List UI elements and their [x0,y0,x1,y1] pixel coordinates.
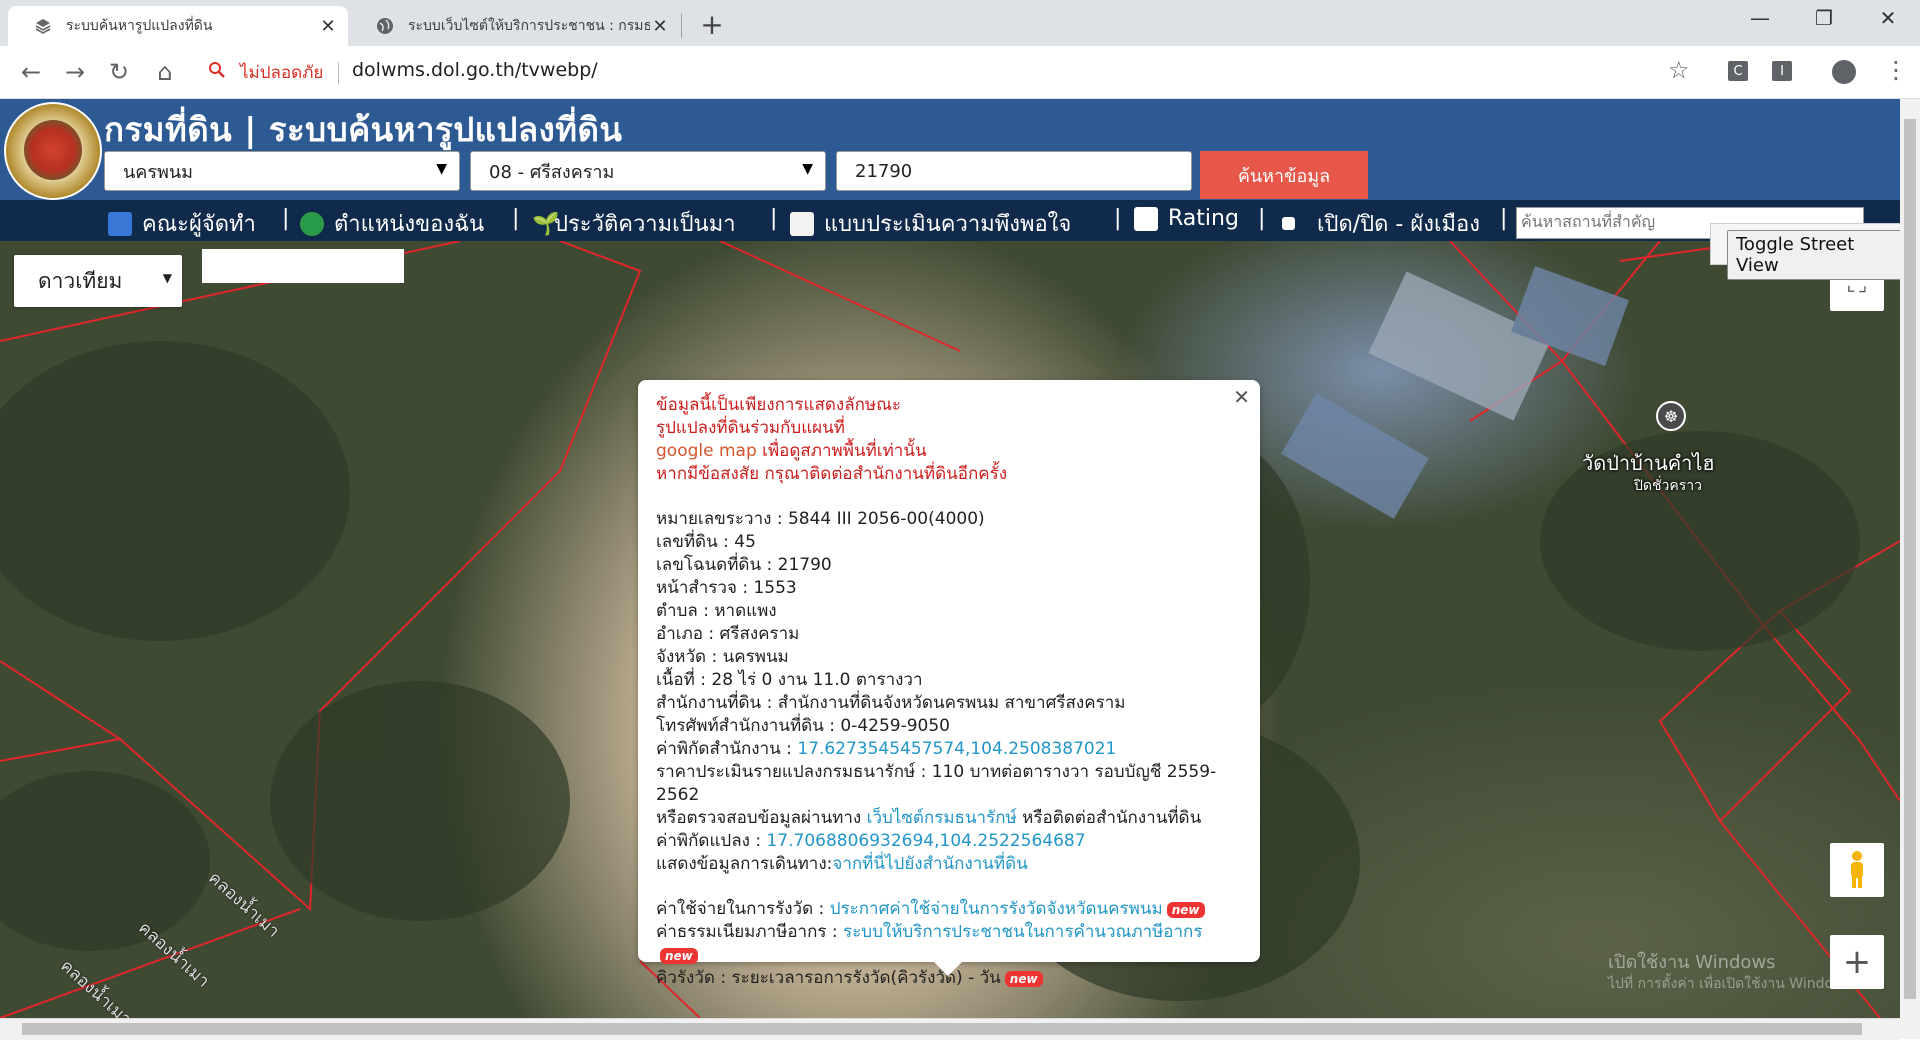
forward-icon[interactable]: → [58,58,92,86]
treasury-website-link[interactable]: เว็บไซต์กรมธนารักษ์ [867,808,1017,828]
extension-i-icon[interactable]: I [1772,61,1792,81]
disclaimer-line: ข้อมูลนี้เป็นเพียงการแสดงลักษณะ [656,395,902,415]
search-icon [208,61,226,84]
pegman-icon[interactable] [1830,843,1884,897]
toggle-street-view-button[interactable]: Toggle Street View [1727,230,1900,280]
info-row: เลขที่ดิน : 45 [656,532,756,552]
parcel-coord-row: ค่าพิกัดแปลง : 17.7068806932694,104.2522… [656,831,1086,851]
street-view-panel: Toggle Street View [1710,223,1900,280]
close-tab-icon[interactable]: ✕ [650,16,670,37]
window-close-icon[interactable]: ✕ [1866,6,1910,30]
tax-calc-link[interactable]: ระบบให้บริการประชาชนในการคำนวณภาษีอากร [843,922,1202,942]
search-button[interactable]: ค้นหาข้อมูล [1200,151,1368,199]
route-row: แสดงข้อมูลการเดินทาง:จากที่นี่ไปยังสำนัก… [656,854,1028,874]
menu-toggle-city-plan[interactable]: เปิด/ปิด - ผังเมือง [1282,206,1480,241]
globe-icon [300,211,324,236]
district-value: 08 - ศรีสงคราม [489,161,615,183]
home-icon[interactable]: ⌂ [148,58,182,86]
new-tab-icon[interactable]: + [697,8,727,41]
temple-pin-icon[interactable]: ☸ [1656,401,1686,431]
office-coord-link[interactable]: 17.6273545457574,104.2508387021 [797,739,1116,759]
info-row: อำเภอ : ศรีสงคราม [656,624,800,644]
dropdown-arrow-icon: ▼ [802,161,813,177]
info-row: เนื้อที่ : 28 ไร่ 0 งาน 11.0 ตารางวา [656,670,923,690]
close-icon[interactable]: ✕ [1233,386,1250,409]
browser-tabstrip: ระบบค้นหารูปแปลงที่ดิน ✕ ระบบเว็บไซต์ให้… [0,0,1920,46]
new-badge: new [1166,902,1205,918]
parcel-coord-link[interactable]: 17.7068806932694,104.2522564687 [766,831,1085,851]
close-tab-icon[interactable]: ✕ [318,16,338,37]
menu-history[interactable]: 🌱 ประวัติความเป็นมา [532,206,736,241]
security-indicator[interactable]: ไม่ปลอดภัย [208,59,323,86]
info-row: หมายเลขระวาง : 5844 III 2056-00(4000) [656,509,985,529]
tab-separator [681,14,682,38]
vertical-scrollbar[interactable] [1900,99,1920,1039]
windows-watermark: เปิดใช้งาน Windows [1608,952,1776,973]
new-badge: new [660,948,698,964]
menu-satisfaction-survey[interactable]: แบบประเมินความพึงพอใจ [790,206,1071,241]
page-title: กรมที่ดิน | ระบบค้นหารูปแปลงที่ดิน [104,110,623,149]
disclaimer-line: หากมีข้อสงสัย กรุณาติดต่อสำนักงานที่ดินอ… [656,464,1008,484]
menu-my-location[interactable]: ตำแหน่งของฉัน [300,206,484,241]
district-select[interactable]: 08 - ศรีสงคราม ▼ [470,151,826,191]
extension-c-icon[interactable]: C [1728,61,1748,81]
minimize-icon[interactable]: — [1738,6,1782,30]
restore-icon[interactable]: ❐ [1802,6,1846,30]
globe-icon [376,17,394,35]
info-window-tail [934,962,962,976]
survey-fee-link[interactable]: ประกาศค่าใช้จ่ายในการรังวัดจังหวัดนครพนม [830,899,1163,919]
disclaimer-line: รูปแปลงที่ดินร่วมกับแผนที่ [656,418,845,438]
gift-icon [108,211,132,236]
browser-toolbar: ← → ↻ ⌂ ไม่ปลอดภัย dolwms.dol.go.th/tvwe… [0,46,1920,99]
address-bar[interactable]: dolwms.dol.go.th/tvwebp/ [352,59,598,81]
tax-row: ค่าธรรมเนียมภาษีอากร : ระบบให้บริการประช… [656,922,1203,964]
tab-title: ระบบค้นหารูปแปลงที่ดิน [66,18,213,34]
new-badge: new [1004,971,1043,987]
department-seal-logo [4,102,102,200]
tab-title: ระบบเว็บไซต์ให้บริการประชาชน : กรมธนารัก… [408,18,650,34]
province-value: นครพนม [123,161,194,183]
route-link[interactable]: จากที่นี่ไปยังสำนักงานที่ดิน [832,854,1027,874]
site-header: กรมที่ดิน | ระบบค้นหารูปแปลงที่ดิน นครพน… [0,99,1900,200]
tab-land-search[interactable]: ระบบค้นหารูปแปลงที่ดิน ✕ [8,6,348,46]
check-row: หรือตรวจสอบข้อมูลผ่านทาง เว็บไซต์กรมธนาร… [656,808,1202,828]
info-row: หน้าสำรวจ : 1553 [656,578,797,598]
info-row: โทรศัพท์สำนักงานที่ดิน : 0-4259-9050 [656,716,951,736]
windows-watermark-hint: ไปที่ การตั้งค่า เพื่อเปิดใช้งาน Windows [1608,976,1852,992]
poi-status: ปิดชั่วคราว [1634,478,1702,494]
office-coord-row: ค่าพิกัดสำนักงาน : 17.6273545457574,104.… [656,739,1117,759]
map-toolbar-blank [202,249,404,283]
profile-avatar-icon[interactable] [1832,60,1856,84]
info-row: สำนักงานที่ดิน : สำนักงานที่ดินจังหวัดนค… [656,693,1126,713]
horizontal-scrollbar[interactable] [0,1018,1900,1040]
bookmark-star-icon[interactable]: ☆ [1668,56,1690,84]
dropdown-arrow-icon: ▼ [436,161,447,177]
memo-icon [790,211,814,236]
back-icon[interactable]: ← [14,58,48,86]
parcel-info-window: ✕ ข้อมูลนี้เป็นเพียงการแสดงลักษณะ รูปแปล… [638,380,1260,988]
info-row: จังหวัด : นครพนม [656,647,789,667]
tab-treasury[interactable]: ระบบเว็บไซต์ให้บริการประชาชน : กรมธนารัก… [350,6,680,46]
deed-number-input[interactable]: 21790 [836,151,1192,191]
disclaimer-line: google map เพื่อดูสภาพพื้นที่เท่านั้น [656,441,927,461]
deed-number-value: 21790 [855,160,913,182]
sprout-icon: 🌱 [532,211,560,237]
info-row: เลขโฉนดที่ดิน : 21790 [656,555,832,575]
province-select[interactable]: นครพนม ▼ [104,151,460,191]
price-row: ราคาประเมินรายแปลงกรมธนารักษ์ : 110 บาทต… [656,762,1217,805]
menu-kebab-icon[interactable]: ⋮ [1884,56,1908,84]
security-label: ไม่ปลอดภัย [240,63,324,83]
info-row: ตำบล : หาดแพง [656,601,777,621]
dropdown-arrow-icon: ▼ [162,271,172,285]
chart-up-icon [1134,206,1158,231]
menu-rating[interactable]: Rating [1134,206,1239,231]
omnibox-divider [338,62,339,84]
reload-icon[interactable]: ↻ [102,58,136,86]
menu-credits[interactable]: คณะผู้จัดทำ [108,206,256,241]
fee-row: ค่าใช้จ่ายในการรังวัด : ประกาศค่าใช้จ่าย… [656,898,1242,921]
layers-icon [34,17,52,35]
map-type-select[interactable]: ดาวเทียม ▼ [14,255,182,307]
web-page: กรมที่ดิน | ระบบค้นหารูปแปลงที่ดิน นครพน… [0,99,1900,1018]
checkbox-icon[interactable] [1282,217,1295,230]
